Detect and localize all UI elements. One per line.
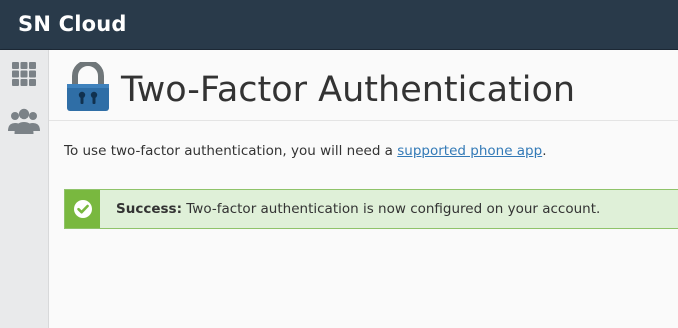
page-header: Two-Factor Authentication	[49, 50, 678, 121]
intro-text: To use two-factor authentication, you wi…	[64, 142, 547, 160]
sidebar-item-apps[interactable]	[6, 56, 42, 92]
main-content: Two-Factor Authentication To use two-fac…	[49, 50, 678, 328]
alert-message: Success: Two-factor authentication is no…	[116, 200, 600, 218]
success-alert: Success: Two-factor authentication is no…	[64, 189, 678, 229]
brand-logo[interactable]: SN Cloud	[18, 10, 127, 38]
intro-prefix: To use two-factor authentication, you wi…	[64, 143, 398, 159]
intro-suffix: .	[542, 143, 547, 159]
page-title: Two-Factor Authentication	[121, 70, 576, 110]
sidebar-item-users[interactable]	[6, 104, 42, 140]
alert-icon-box	[65, 190, 100, 228]
top-navbar: SN Cloud	[0, 0, 678, 50]
lock-icon	[67, 62, 109, 111]
check-circle-icon	[74, 200, 92, 218]
grid-icon	[12, 62, 36, 86]
alert-body: Two-factor authentication is now configu…	[181, 201, 601, 217]
supported-phone-app-link[interactable]: supported phone app	[397, 143, 542, 159]
sidebar	[0, 50, 49, 328]
alert-label: Success:	[116, 201, 182, 217]
users-icon	[8, 108, 40, 134]
